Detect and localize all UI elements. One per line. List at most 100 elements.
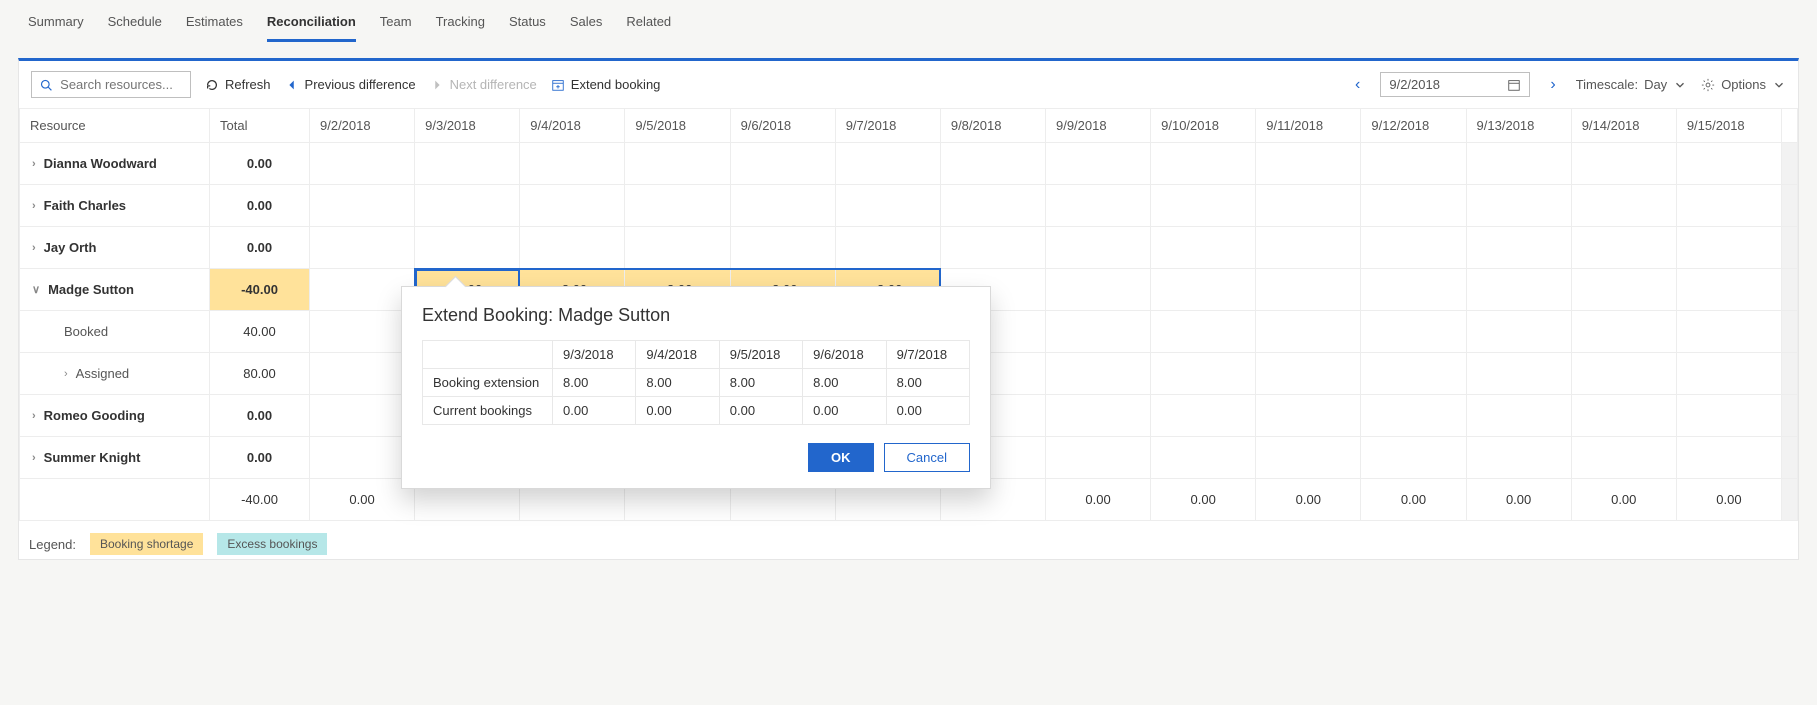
scrollbar-track[interactable] [1782, 353, 1798, 395]
grid-cell[interactable] [1466, 437, 1571, 479]
grid-cell[interactable] [415, 227, 520, 269]
grid-cell[interactable] [1676, 437, 1781, 479]
grid-cell[interactable] [1466, 143, 1571, 185]
grid-cell[interactable] [1045, 395, 1150, 437]
grid-cell[interactable] [1256, 311, 1361, 353]
grid-cell[interactable] [1361, 143, 1466, 185]
chevron-right-icon[interactable]: › [32, 200, 36, 212]
grid-cell[interactable] [1571, 437, 1676, 479]
grid-cell[interactable] [1256, 437, 1361, 479]
grid-cell[interactable] [310, 269, 415, 311]
grid-cell[interactable] [1571, 227, 1676, 269]
date-next-button[interactable]: › [1544, 74, 1561, 96]
tab-tracking[interactable]: Tracking [436, 8, 485, 42]
options-button[interactable]: Options [1701, 77, 1786, 92]
scrollbar-track[interactable] [1782, 143, 1798, 185]
grid-cell[interactable] [1466, 311, 1571, 353]
grid-cell[interactable] [1151, 353, 1256, 395]
grid-cell[interactable] [310, 143, 415, 185]
table-row[interactable]: ›Faith Charles0.00 [20, 185, 1798, 227]
grid-cell[interactable] [1256, 353, 1361, 395]
grid-cell[interactable] [1151, 311, 1256, 353]
grid-cell[interactable] [1466, 353, 1571, 395]
grid-cell[interactable] [1676, 311, 1781, 353]
grid-cell[interactable] [520, 185, 625, 227]
tab-schedule[interactable]: Schedule [108, 8, 162, 42]
grid-cell[interactable] [625, 185, 730, 227]
grid-cell[interactable] [1256, 227, 1361, 269]
ok-button[interactable]: OK [808, 443, 874, 472]
grid-cell[interactable] [1676, 395, 1781, 437]
chevron-right-icon[interactable]: › [32, 410, 36, 422]
chevron-right-icon[interactable]: › [32, 242, 36, 254]
extend-booking-button[interactable]: Extend booking [551, 77, 661, 92]
grid-cell[interactable] [1466, 227, 1571, 269]
tab-sales[interactable]: Sales [570, 8, 603, 42]
date-prev-button[interactable]: ‹ [1349, 74, 1366, 96]
scrollbar-track[interactable] [1782, 269, 1798, 311]
grid-cell[interactable] [730, 227, 835, 269]
grid-cell[interactable] [310, 311, 415, 353]
grid-cell[interactable] [1151, 143, 1256, 185]
grid-cell[interactable] [1045, 269, 1150, 311]
grid-cell[interactable] [940, 227, 1045, 269]
grid-cell[interactable] [1045, 353, 1150, 395]
grid-cell[interactable] [1256, 143, 1361, 185]
tab-team[interactable]: Team [380, 8, 412, 42]
grid-cell[interactable] [1571, 269, 1676, 311]
grid-cell[interactable] [1256, 185, 1361, 227]
timescale-selector[interactable]: Timescale: Day [1576, 77, 1688, 92]
grid-cell[interactable] [1151, 437, 1256, 479]
grid-cell[interactable] [310, 185, 415, 227]
grid-cell[interactable] [1676, 353, 1781, 395]
grid-cell[interactable] [1256, 269, 1361, 311]
grid-cell[interactable] [625, 143, 730, 185]
grid-cell[interactable] [625, 227, 730, 269]
grid-cell[interactable] [1045, 143, 1150, 185]
grid-cell[interactable] [940, 185, 1045, 227]
grid-cell[interactable] [1676, 227, 1781, 269]
grid-cell[interactable] [1466, 395, 1571, 437]
grid-cell[interactable] [730, 185, 835, 227]
grid-cell[interactable] [1045, 437, 1150, 479]
grid-cell[interactable] [835, 227, 940, 269]
cancel-button[interactable]: Cancel [884, 443, 970, 472]
scrollbar-track[interactable] [1782, 311, 1798, 353]
grid-cell[interactable] [1466, 269, 1571, 311]
grid-cell[interactable] [1361, 227, 1466, 269]
grid-cell[interactable] [1361, 353, 1466, 395]
search-input[interactable] [58, 76, 182, 93]
grid-cell[interactable] [310, 395, 415, 437]
tab-summary[interactable]: Summary [28, 8, 84, 42]
grid-cell[interactable] [835, 143, 940, 185]
refresh-button[interactable]: Refresh [205, 77, 271, 92]
grid-cell[interactable] [1571, 395, 1676, 437]
grid-cell[interactable] [1571, 311, 1676, 353]
grid-cell[interactable] [730, 143, 835, 185]
grid-cell[interactable] [1361, 185, 1466, 227]
grid-cell[interactable] [940, 143, 1045, 185]
scrollbar-track[interactable] [1782, 437, 1798, 479]
grid-cell[interactable] [1571, 353, 1676, 395]
grid-cell[interactable] [835, 185, 940, 227]
scrollbar-track[interactable] [1782, 479, 1798, 521]
grid-cell[interactable] [1045, 311, 1150, 353]
grid-cell[interactable] [520, 143, 625, 185]
grid-cell[interactable] [1571, 185, 1676, 227]
grid-cell[interactable] [415, 143, 520, 185]
table-row[interactable]: ›Dianna Woodward0.00 [20, 143, 1798, 185]
grid-cell[interactable] [1361, 395, 1466, 437]
grid-cell[interactable] [310, 437, 415, 479]
grid-cell[interactable] [1151, 269, 1256, 311]
grid-cell[interactable] [1151, 227, 1256, 269]
grid-cell[interactable] [1676, 185, 1781, 227]
scrollbar-track[interactable] [1782, 227, 1798, 269]
grid-cell[interactable] [1361, 437, 1466, 479]
tab-status[interactable]: Status [509, 8, 546, 42]
grid-cell[interactable] [1466, 185, 1571, 227]
grid-cell[interactable] [415, 185, 520, 227]
grid-cell[interactable] [310, 227, 415, 269]
chevron-right-icon[interactable]: › [64, 368, 68, 380]
scrollbar-track[interactable] [1782, 109, 1798, 143]
grid-cell[interactable] [1676, 269, 1781, 311]
